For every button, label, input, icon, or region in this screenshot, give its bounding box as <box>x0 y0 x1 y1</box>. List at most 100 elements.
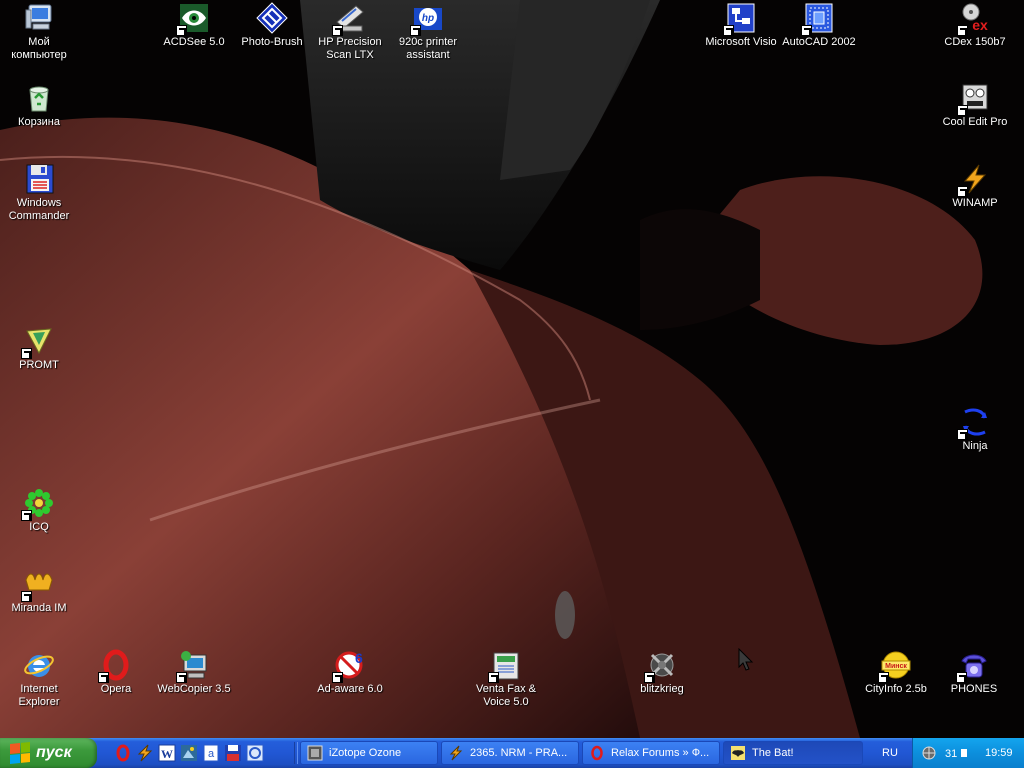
desktop-wallpaper: Мой компьютер Корзина Windows Commander … <box>0 0 1024 738</box>
shortcut-arrow-icon <box>957 25 968 36</box>
shortcut-arrow-icon <box>644 672 655 683</box>
icon-label: Мой компьютер <box>11 36 67 61</box>
desktop-icon-microsoft-visio[interactable]: Microsoft Visio <box>704 2 778 49</box>
tray-icon-network[interactable] <box>921 745 937 761</box>
quick-launch-word[interactable]: W <box>158 744 176 762</box>
shortcut-arrow-icon <box>801 25 812 36</box>
desktop-icon-cityinfo[interactable]: Минск CityInfo 2.5b <box>859 649 933 696</box>
desktop-icon-acdsee[interactable]: ACDSee 5.0 <box>157 2 231 49</box>
task-title: Relax Forums » Ф... <box>611 747 710 759</box>
desktop-icon-photo-brush[interactable]: Photo-Brush <box>235 2 309 49</box>
opera-icon <box>591 745 603 761</box>
shortcut-arrow-icon <box>176 25 187 36</box>
shortcut-arrow-icon <box>878 672 889 683</box>
svg-text:ex: ex <box>972 17 988 33</box>
icon-label: WINAMP <box>952 197 998 209</box>
desktop-icon-opera[interactable]: Opera <box>79 649 153 696</box>
icon-label: PHONES <box>950 683 998 695</box>
tray-icon-calendar[interactable]: 31 <box>943 745 969 761</box>
shortcut-arrow-icon <box>332 25 343 36</box>
desktop-icon-autocad[interactable]: AutoCAD 2002 <box>782 2 856 49</box>
icon-label: AutoCAD 2002 <box>782 36 856 48</box>
icon-label: Windows Commander <box>8 197 70 222</box>
svg-text:W: W <box>161 747 173 761</box>
photo-brush-icon <box>256 2 288 34</box>
shortcut-arrow-icon <box>332 672 343 683</box>
quick-launch-toolbar: W a <box>114 744 264 762</box>
icon-label: Cool Edit Pro <box>942 116 1008 128</box>
calendar-icon: 31 <box>945 748 967 760</box>
quick-launch-save[interactable] <box>224 744 242 762</box>
svg-text:6: 6 <box>355 650 363 666</box>
desktop-icon-920c-printer-assistant[interactable]: hp 920c printer assistant <box>391 2 465 62</box>
desktop-icon-miranda[interactable]: Miranda IM <box>2 568 76 615</box>
taskbar-separator <box>294 742 298 764</box>
network-globe-icon <box>922 746 936 760</box>
wallpaper-car-illustration <box>0 0 1024 738</box>
desktop-icon-venta-fax[interactable]: Venta Fax & Voice 5.0 <box>469 649 543 709</box>
task-title: 2365. NRM - PRA... <box>470 747 568 759</box>
icon-label: Корзина <box>18 116 60 128</box>
quick-launch-ie[interactable] <box>246 744 264 762</box>
desktop-icon-recycle-bin[interactable]: Корзина <box>2 82 76 129</box>
icon-label: PROMT <box>19 359 59 371</box>
icon-label: ACDSee 5.0 <box>163 36 225 48</box>
task-button-opera-forums[interactable]: Relax Forums » Ф... <box>582 741 720 765</box>
shortcut-arrow-icon <box>956 672 967 683</box>
quick-launch-winamp[interactable] <box>136 744 154 762</box>
desktop-icon-cdex[interactable]: ex CDex 150b7 <box>938 2 1012 49</box>
word-icon: W <box>158 744 176 762</box>
desktop-icon-my-computer[interactable]: Мой компьютер <box>2 2 76 62</box>
quick-launch-ie-page[interactable]: a <box>202 744 220 762</box>
internet-explorer-icon <box>24 655 54 677</box>
icon-label: WebCopier 3.5 <box>157 683 231 695</box>
start-button[interactable]: пуск <box>0 738 97 768</box>
icon-label: blitzkrieg <box>640 683 684 695</box>
icon-label: ICQ <box>29 521 49 533</box>
shortcut-arrow-icon <box>21 348 32 359</box>
mouse-cursor-icon <box>738 648 754 671</box>
my-computer-icon <box>25 4 52 30</box>
floppy-save-icon <box>225 745 241 761</box>
desktop-icon-phones[interactable]: PHONES <box>937 649 1011 696</box>
icon-label: Ninja <box>962 440 988 452</box>
shortcut-arrow-icon <box>21 510 32 521</box>
shortcut-arrow-icon <box>957 186 968 197</box>
desktop-icon-winamp[interactable]: WINAMP <box>938 163 1012 210</box>
task-title: iZotope Ozone <box>329 747 402 759</box>
desktop-icon-internet-explorer[interactable]: Internet Explorer <box>2 649 76 709</box>
shortcut-arrow-icon <box>176 672 187 683</box>
clock[interactable]: 19:59 <box>985 738 1013 768</box>
icon-label: CDex 150b7 <box>944 36 1006 48</box>
shortcut-arrow-icon <box>723 25 734 36</box>
izotope-icon <box>307 745 323 761</box>
taskbar: пуск W a iZotope Ozone 2365. NRM - PRA..… <box>0 738 1024 768</box>
desktop-icon-adaware[interactable]: 6 Ad-aware 6.0 <box>313 649 387 696</box>
desktop-icon-webcopier[interactable]: WebCopier 3.5 <box>157 649 231 696</box>
desktop-icon-ninja[interactable]: Ninja <box>938 406 1012 453</box>
icon-label: Photo-Brush <box>241 36 303 48</box>
shortcut-arrow-icon <box>957 429 968 440</box>
opera-icon <box>116 744 130 762</box>
icon-label: Microsoft Visio <box>705 36 777 48</box>
task-button-the-bat[interactable]: The Bat! <box>723 741 863 765</box>
desktop-icon-blitzkrieg[interactable]: blitzkrieg <box>625 649 699 696</box>
desktop-icon-promt[interactable]: PROMT <box>2 325 76 372</box>
bat-icon <box>731 746 745 760</box>
desktop-icon-icq[interactable]: ICQ <box>2 487 76 534</box>
task-button-izotope[interactable]: iZotope Ozone <box>300 741 438 765</box>
quick-launch-opera[interactable] <box>114 744 132 762</box>
language-indicator[interactable]: RU <box>872 743 908 763</box>
shortcut-arrow-icon <box>98 672 109 683</box>
windows-flag-icon <box>10 741 30 765</box>
task-button-winamp-track[interactable]: 2365. NRM - PRA... <box>441 741 579 765</box>
photoshop-icon <box>181 745 197 761</box>
ie-icon <box>246 744 264 762</box>
quick-launch-photoshop[interactable] <box>180 744 198 762</box>
desktop-icon-cool-edit-pro[interactable]: Cool Edit Pro <box>938 82 1012 129</box>
shortcut-arrow-icon <box>488 672 499 683</box>
desktop-icon-windows-commander[interactable]: Windows Commander <box>2 163 76 223</box>
desktop-icon-hp-precision-scan[interactable]: HP Precision Scan LTX <box>313 2 387 62</box>
icon-label: Ad-aware 6.0 <box>317 683 383 695</box>
shortcut-arrow-icon <box>410 25 421 36</box>
